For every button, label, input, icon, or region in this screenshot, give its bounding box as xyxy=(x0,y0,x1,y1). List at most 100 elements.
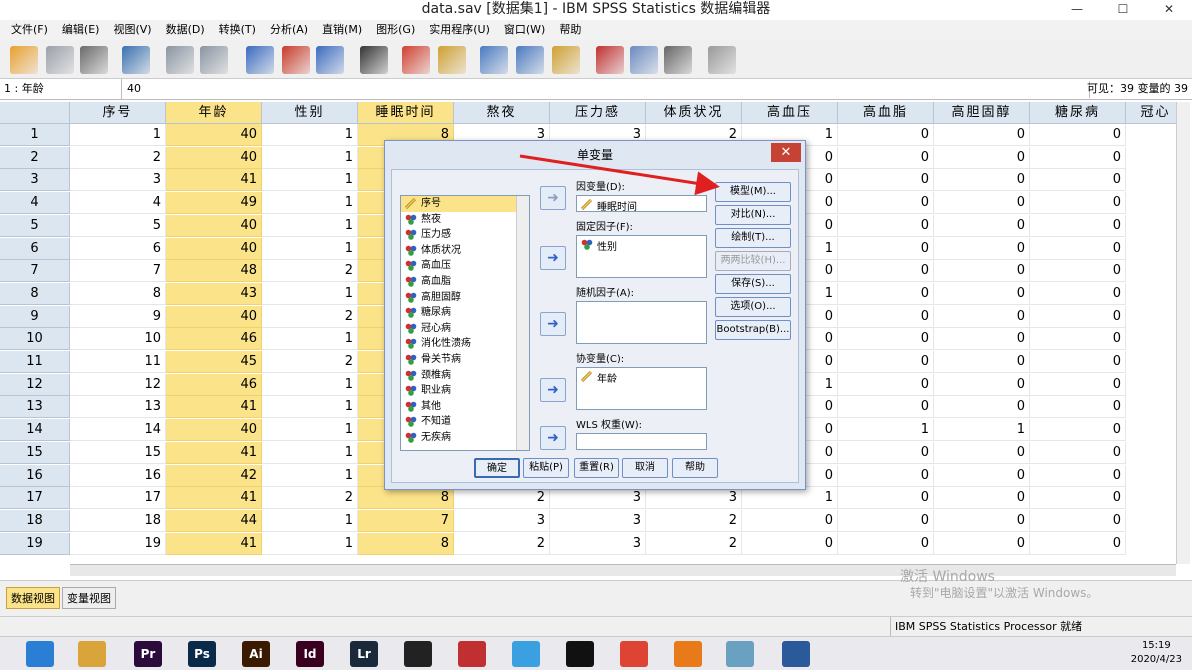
table-cell[interactable]: 3 xyxy=(550,532,646,555)
source-variable-list[interactable]: 序号 熬夜 压力感 体质状况 高血压 高血脂 高胆固醇 糖尿病 冠心病 消化性溃疡 骨关节病 颈椎病职… xyxy=(400,195,530,451)
move-fixed-factor-arrow-icon[interactable]: ➜ xyxy=(540,246,566,270)
table-cell[interactable]: 0 xyxy=(838,509,934,532)
table-cell[interactable]: 48 xyxy=(166,260,262,283)
table-cell[interactable]: 1 xyxy=(262,146,358,169)
table-cell[interactable]: 1 xyxy=(262,396,358,419)
table-cell[interactable]: 0 xyxy=(1030,192,1126,215)
table-cell[interactable]: 0 xyxy=(838,328,934,351)
split-file-icon[interactable] xyxy=(480,46,508,74)
table-cell[interactable]: 0 xyxy=(1030,419,1126,442)
row-header[interactable]: 14 xyxy=(0,419,70,442)
menu-item-3[interactable]: 数据(D) xyxy=(159,20,212,40)
row-header[interactable]: 15 xyxy=(0,441,70,464)
spss-icon[interactable] xyxy=(782,641,810,667)
table-cell[interactable]: 0 xyxy=(838,260,934,283)
table-cell[interactable]: 0 xyxy=(934,305,1030,328)
table-cell[interactable]: 1 xyxy=(262,214,358,237)
tab-variable-view[interactable]: 变量视图 xyxy=(62,587,116,609)
table-cell[interactable]: 46 xyxy=(166,373,262,396)
film-icon[interactable] xyxy=(404,641,432,667)
table-cell[interactable]: 3 xyxy=(550,487,646,510)
table-cell[interactable]: 44 xyxy=(166,509,262,532)
table-cell[interactable]: 9 xyxy=(70,305,166,328)
table-cell[interactable]: 43 xyxy=(166,282,262,305)
find-icon[interactable] xyxy=(360,46,388,74)
table-cell[interactable]: 0 xyxy=(742,532,838,555)
table-cell[interactable]: 0 xyxy=(934,351,1030,373)
table-cell[interactable]: 1 xyxy=(742,487,838,510)
save-button[interactable]: 保存(S)... xyxy=(715,274,791,294)
table-cell[interactable]: 40 xyxy=(166,146,262,169)
table-cell[interactable]: 1 xyxy=(262,464,358,487)
menu-item-0[interactable]: 文件(F) xyxy=(4,20,55,40)
tab-data-view[interactable]: 数据视图 xyxy=(6,587,60,609)
row-header[interactable]: 9 xyxy=(0,305,70,328)
column-header[interactable]: 体质状况 xyxy=(646,102,742,124)
table-cell[interactable]: 0 xyxy=(1030,464,1126,487)
table-cell[interactable]: 11 xyxy=(70,351,166,373)
variable-list-item[interactable]: 消化性溃疡 xyxy=(401,336,529,352)
table-cell[interactable]: 1 xyxy=(262,124,358,146)
row-header[interactable]: 19 xyxy=(0,532,70,555)
bootstrap-button[interactable]: Bootstrap(B)... xyxy=(715,320,791,340)
column-header[interactable]: 压力感 xyxy=(550,102,646,124)
row-header[interactable]: 2 xyxy=(0,146,70,169)
table-cell[interactable]: 45 xyxy=(166,351,262,373)
insert-variable-icon[interactable] xyxy=(438,46,466,74)
table-cell[interactable]: 2 xyxy=(262,305,358,328)
dialog-close-button[interactable]: ✕ xyxy=(771,143,801,162)
help-button[interactable]: 帮助 xyxy=(672,458,718,478)
chrome-icon[interactable] xyxy=(620,641,648,667)
table-cell[interactable]: 41 xyxy=(166,441,262,464)
table-cell[interactable]: 1 xyxy=(262,532,358,555)
variables-icon[interactable] xyxy=(316,46,344,74)
lightroom-icon[interactable]: Lr xyxy=(350,641,378,667)
reset-button[interactable]: 重置(R) xyxy=(574,458,619,478)
table-cell[interactable]: 0 xyxy=(1030,328,1126,351)
table-cell[interactable]: 7 xyxy=(70,260,166,283)
premiere-icon[interactable]: Pr xyxy=(134,641,162,667)
table-cell[interactable]: 0 xyxy=(934,214,1030,237)
table-cell[interactable]: 0 xyxy=(1030,487,1126,510)
table-cell[interactable]: 0 xyxy=(838,146,934,169)
cancel-button[interactable]: 取消 xyxy=(622,458,668,478)
table-cell[interactable]: 6 xyxy=(70,237,166,260)
table-cell[interactable]: 46 xyxy=(166,328,262,351)
menu-item-5[interactable]: 分析(A) xyxy=(263,20,315,40)
variable-list-item[interactable]: 冠心病 xyxy=(401,321,529,337)
variable-list-item[interactable]: 序号 xyxy=(401,196,529,212)
variable-list-item[interactable]: 无疾病 xyxy=(401,430,529,446)
row-header[interactable]: 7 xyxy=(0,260,70,283)
table-cell[interactable]: 0 xyxy=(934,396,1030,419)
row-header[interactable]: 12 xyxy=(0,373,70,396)
row-header[interactable]: 4 xyxy=(0,192,70,215)
column-header[interactable]: 性别 xyxy=(262,102,358,124)
random-factor-list[interactable] xyxy=(576,301,707,344)
table-cell[interactable]: 16 xyxy=(70,464,166,487)
table-cell[interactable]: 41 xyxy=(166,169,262,192)
table-cell[interactable]: 19 xyxy=(70,532,166,555)
table-cell[interactable]: 0 xyxy=(934,328,1030,351)
table-cell[interactable]: 0 xyxy=(934,464,1030,487)
table-cell[interactable]: 40 xyxy=(166,124,262,146)
table-cell[interactable]: 41 xyxy=(166,532,262,555)
grid-corner[interactable] xyxy=(0,102,70,124)
row-header[interactable]: 3 xyxy=(0,169,70,192)
table-cell[interactable]: 40 xyxy=(166,237,262,260)
move-random-factor-arrow-icon[interactable]: ➜ xyxy=(540,312,566,336)
variable-list-item[interactable]: 颈椎病 xyxy=(401,368,529,384)
table-cell[interactable]: 0 xyxy=(838,214,934,237)
column-header[interactable]: 年龄 xyxy=(166,102,262,124)
row-header[interactable]: 6 xyxy=(0,237,70,260)
table-cell[interactable]: 0 xyxy=(934,487,1030,510)
table-cell[interactable]: 3 xyxy=(70,169,166,192)
table-cell[interactable]: 0 xyxy=(1030,260,1126,283)
table-cell[interactable]: 1 xyxy=(262,419,358,442)
table-cell[interactable]: 0 xyxy=(934,146,1030,169)
table-cell[interactable]: 40 xyxy=(166,305,262,328)
table-cell[interactable]: 0 xyxy=(934,509,1030,532)
table-cell[interactable]: 0 xyxy=(934,237,1030,260)
table-cell[interactable]: 0 xyxy=(838,305,934,328)
options-button[interactable]: 选项(O)... xyxy=(715,297,791,317)
table-cell[interactable]: 17 xyxy=(70,487,166,510)
